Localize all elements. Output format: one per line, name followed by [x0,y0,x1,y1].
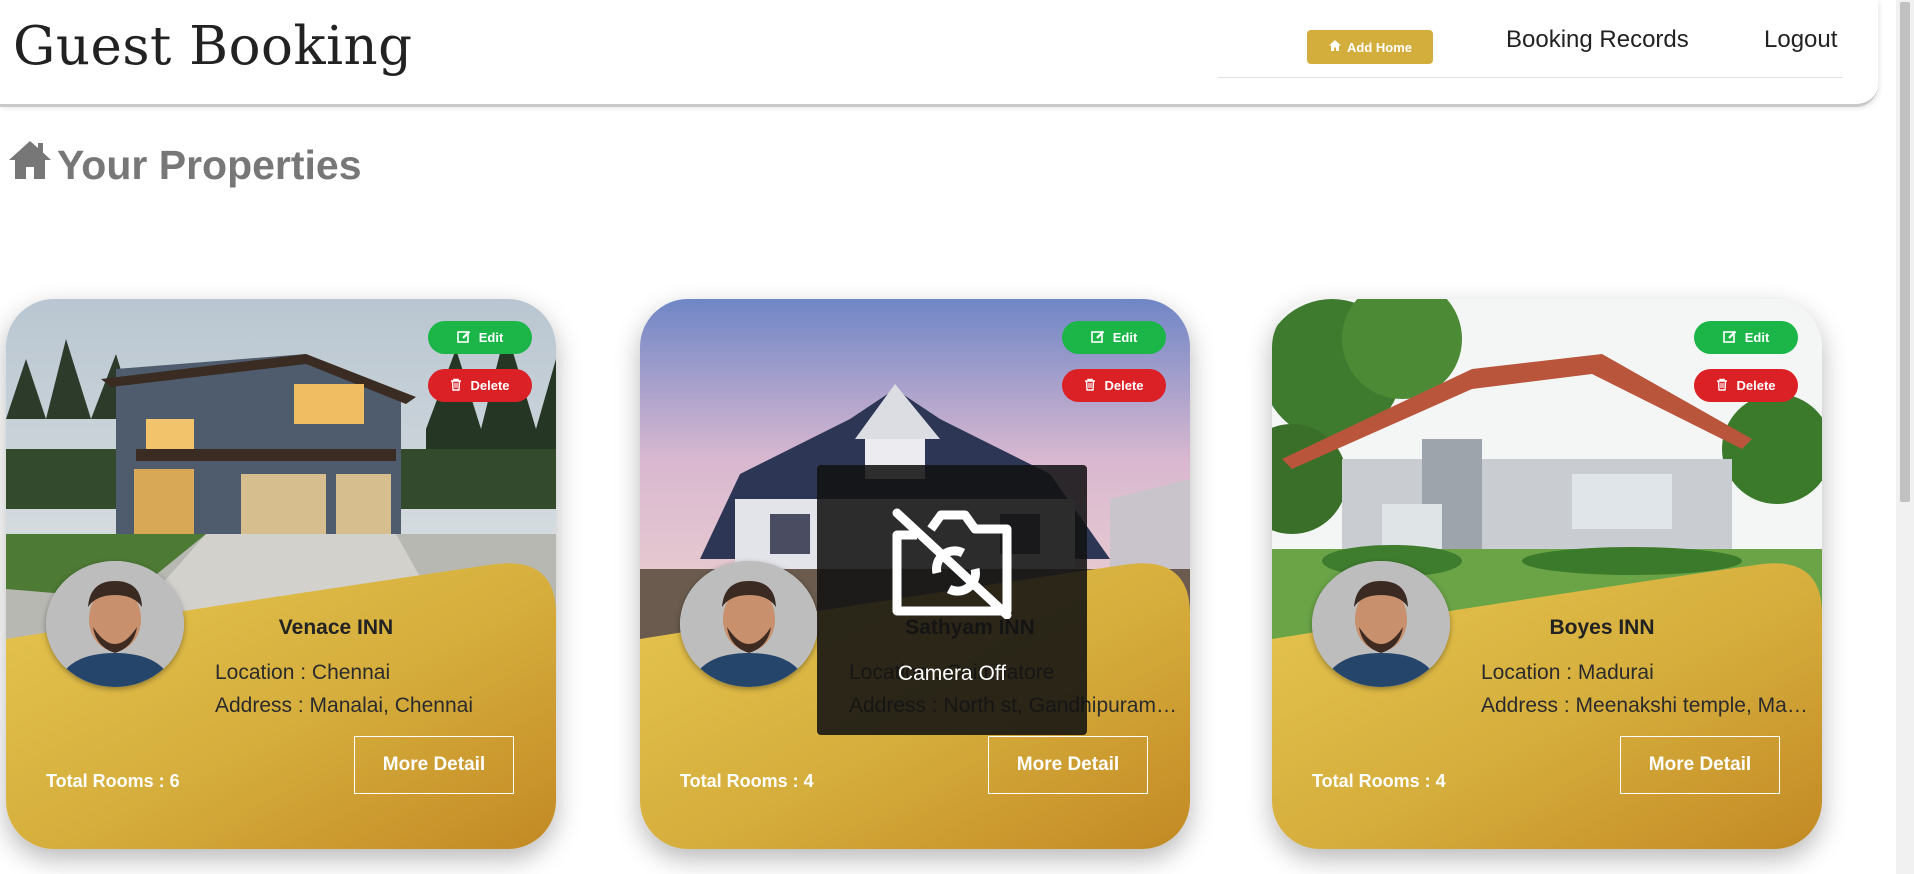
more-detail-button[interactable]: More Detail [354,736,514,794]
delete-button[interactable]: Delete [1062,369,1166,402]
page-title: Your Properties [7,138,362,192]
add-home-label: Add Home [1347,39,1412,55]
property-name: Venace INN [278,616,394,639]
delete-button[interactable]: Delete [1694,369,1798,402]
total-rooms: Total Rooms : 4 [1312,771,1446,791]
edit-button[interactable]: Edit [428,321,532,354]
property-card: Edit Delete Boyes INN Location : Madurai… [1272,299,1822,849]
camera-off-overlay: Camera Off [817,465,1087,735]
brand-title: Guest Booking [13,16,413,77]
property-address: Address : Manalai, Chennai [215,694,473,717]
edit-icon [1722,330,1737,346]
logout-link[interactable]: Logout [1764,26,1837,54]
property-address: Address : Meenakshi temple, Madurai [1481,694,1811,717]
edit-button[interactable]: Edit [1694,321,1798,354]
top-navbar: Guest Booking Add Home Booking Records L… [0,0,1878,107]
delete-label: Delete [1736,378,1776,393]
more-detail-button[interactable]: More Detail [1620,736,1780,794]
home-icon [7,138,53,192]
camera-off-label: Camera Off [897,662,1007,685]
scrollbar-thumb[interactable] [1900,2,1910,502]
edit-label: Edit [1744,330,1770,345]
edit-label: Edit [478,330,504,345]
trash-icon [450,378,462,394]
property-card: Edit Delete Venace INN Location : Chenna… [6,299,556,849]
page-scrollbar[interactable] [1896,0,1914,874]
delete-label: Delete [1104,378,1144,393]
edit-icon [1090,330,1105,346]
add-home-button[interactable]: Add Home [1307,30,1433,64]
property-name: Boyes INN [1549,616,1655,639]
edit-button[interactable]: Edit [1062,321,1166,354]
booking-records-link[interactable]: Booking Records [1506,26,1689,54]
page-title-text: Your Properties [57,141,362,188]
delete-button[interactable]: Delete [428,369,532,402]
property-location: Location : Chennai [215,661,391,684]
edit-icon [456,330,471,346]
property-location: Location : Madurai [1481,661,1654,684]
home-icon [1328,39,1342,55]
trash-icon [1084,378,1096,394]
edit-label: Edit [1112,330,1138,345]
total-rooms: Total Rooms : 4 [680,771,814,791]
nav-menu: Add Home Booking Records Logout [1218,22,1843,78]
trash-icon [1716,378,1728,394]
more-detail-button[interactable]: More Detail [988,736,1148,794]
total-rooms: Total Rooms : 6 [46,771,180,791]
delete-label: Delete [470,378,510,393]
